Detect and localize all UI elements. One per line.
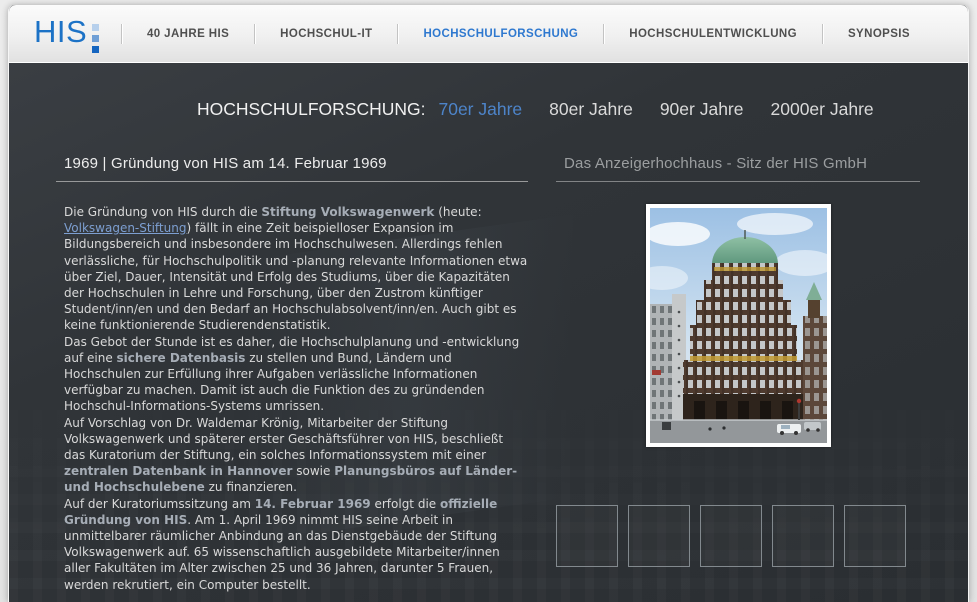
article-column: 1969 | Gründung von HIS am 14. Februar 1…	[56, 155, 528, 593]
nav-item-hochschul-it[interactable]: HOCHSCHUL-IT	[255, 28, 397, 40]
his-logo[interactable]: HIS	[34, 14, 100, 53]
text-segment: (heute:	[434, 205, 482, 219]
photo-thumbnail-5[interactable]	[844, 505, 906, 567]
text-segment: sichere Datenbasis	[116, 350, 246, 365]
subnav-section-label: HOCHSCHULFORSCHUNG:	[197, 99, 426, 119]
nav-item-synopsis[interactable]: SYNOPSIS	[823, 28, 935, 40]
subnav-item-90er[interactable]: 90er Jahre	[660, 99, 744, 120]
subnav-item-70er[interactable]: 70er Jahre	[438, 99, 522, 120]
text-segment: zentralen Datenbank in Hannover	[64, 464, 293, 479]
aside-column-header: Das Anzeigerhochhaus - Sitz der HIS GmbH	[556, 155, 920, 182]
nav-item-40-jahre-his[interactable]: 40 JAHRE HIS	[122, 28, 254, 40]
content-area: HOCHSCHULFORSCHUNG: 70er Jahre 80er Jahr…	[9, 63, 968, 602]
text-segment: 14. Februar 1969	[254, 496, 371, 511]
aside-title: Das Anzeigerhochhaus - Sitz der HIS GmbH	[556, 155, 920, 182]
nav-item-hochschulforschung[interactable]: HOCHSCHULFORSCHUNG	[398, 28, 603, 40]
page-container: HIS 40 JAHRE HIS HOCHSCHUL-IT HOCHSCHULF…	[8, 5, 969, 602]
text-segment: Auf Vorschlag von Dr. Waldemar Krönig, M…	[64, 415, 504, 463]
anzeiger-hochhaus-illustration	[636, 208, 835, 443]
article-body: Die Gründung von HIS durch die Stiftung …	[64, 204, 528, 593]
text-segment: Stiftung Volkswagenwerk	[261, 205, 435, 219]
photo-thumbnail-strip	[556, 505, 906, 567]
article-title: 1969 | Gründung von HIS am 14. Februar 1…	[56, 155, 528, 182]
main-navigation: 40 JAHRE HIS HOCHSCHUL-IT HOCHSCHULFORSC…	[121, 5, 935, 62]
decade-navigation: HOCHSCHULFORSCHUNG: 70er Jahre 80er Jahr…	[197, 99, 901, 120]
photo-thumbnail-3[interactable]	[700, 505, 762, 567]
header-bar: HIS 40 JAHRE HIS HOCHSCHUL-IT HOCHSCHULF…	[9, 5, 968, 63]
subnav-item-2000er[interactable]: 2000er Jahre	[771, 99, 874, 120]
his-logo-dots-icon	[92, 24, 100, 53]
anzeiger-hochhaus-photo	[636, 204, 835, 447]
photo-thumbnail-2[interactable]	[628, 505, 690, 567]
text-segment: zu finanzieren.	[204, 480, 297, 495]
photo-thumbnail-1[interactable]	[556, 505, 618, 567]
text-segment: Die Gründung von HIS durch die	[64, 205, 262, 219]
text-segment: sowie	[292, 464, 335, 479]
text-segment: ) fällt in eine Zeit beispielloser Expan…	[64, 221, 528, 333]
text-segment: erfolgt die	[370, 496, 440, 511]
inline-link[interactable]: Volkswagen-Stiftung	[64, 221, 186, 235]
nav-item-hochschulentwicklung[interactable]: HOCHSCHULENTWICKLUNG	[604, 28, 822, 40]
subnav-item-80er[interactable]: 80er Jahre	[549, 99, 633, 120]
photo-thumbnail-4[interactable]	[772, 505, 834, 567]
his-logo-text: HIS	[34, 14, 88, 49]
text-segment: Auf der Kuratoriumssitzung am	[64, 496, 255, 511]
